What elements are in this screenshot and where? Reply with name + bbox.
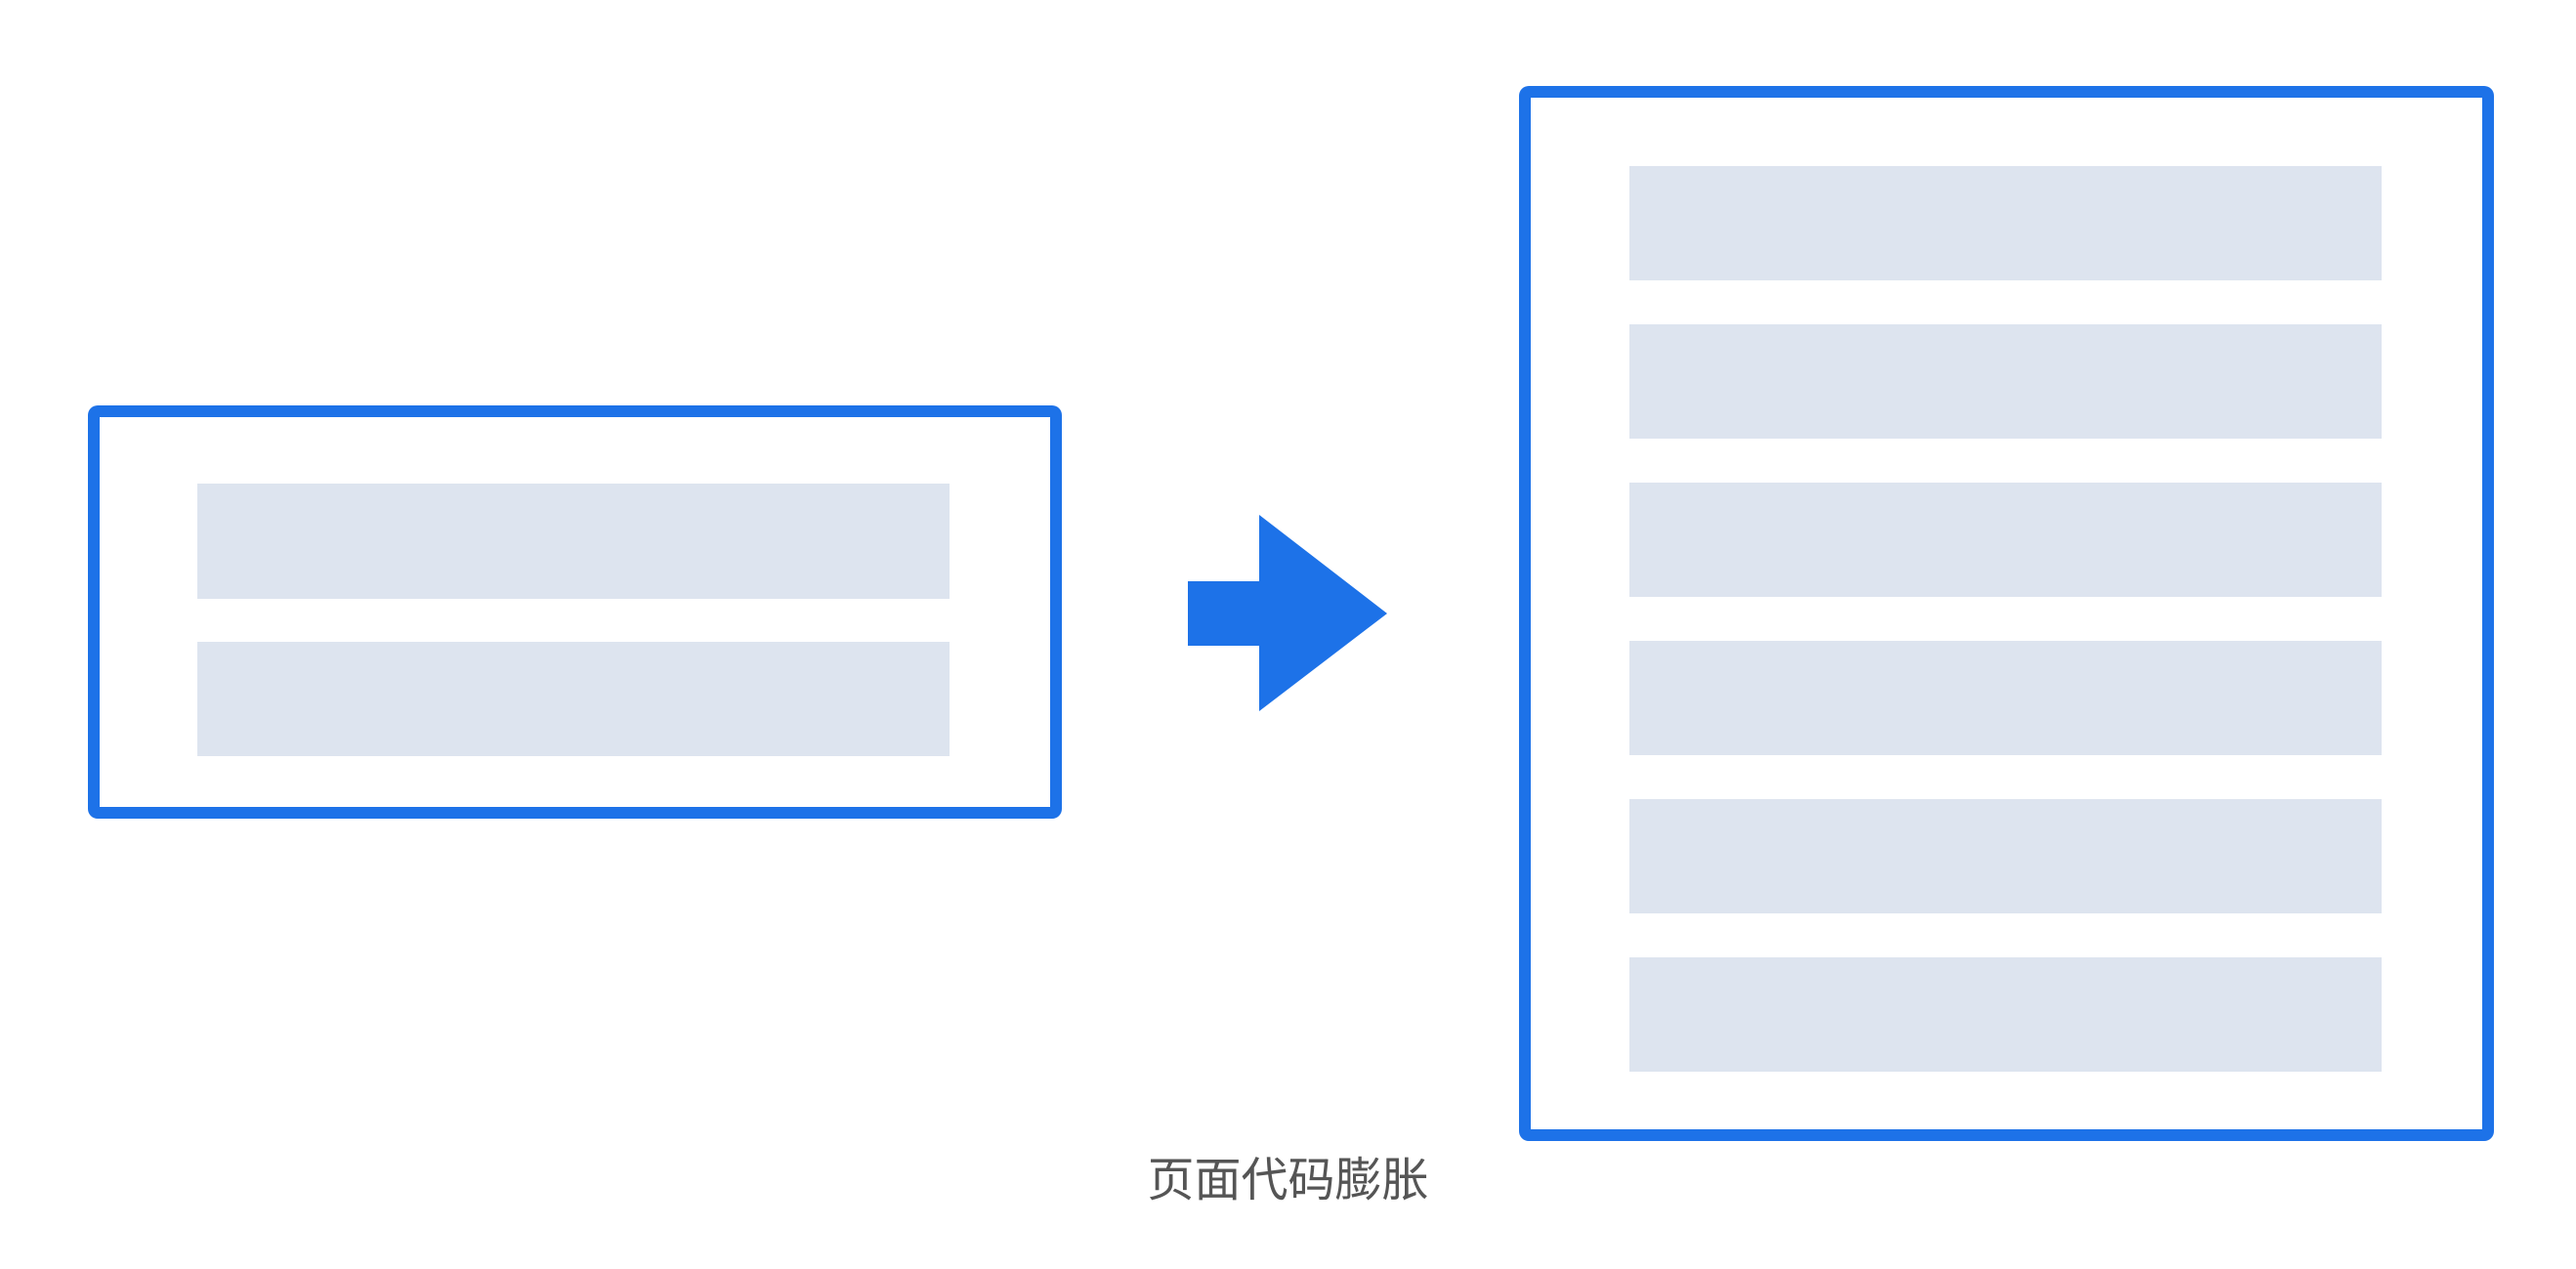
before-content-block [197,642,950,756]
arrow-right-icon-shape [1188,515,1387,711]
after-container [1519,86,2494,1141]
after-content-block [1629,324,2382,439]
diagram-caption: 页面代码膨胀 [1147,1153,1429,1207]
after-content-block [1629,957,2382,1072]
before-container [88,405,1062,819]
after-content-block [1629,166,2382,280]
after-content-block [1629,799,2382,913]
after-content-block [1629,641,2382,755]
after-content-block [1629,483,2382,597]
arrow-right-icon [1188,515,1387,711]
before-content-block [197,484,950,599]
